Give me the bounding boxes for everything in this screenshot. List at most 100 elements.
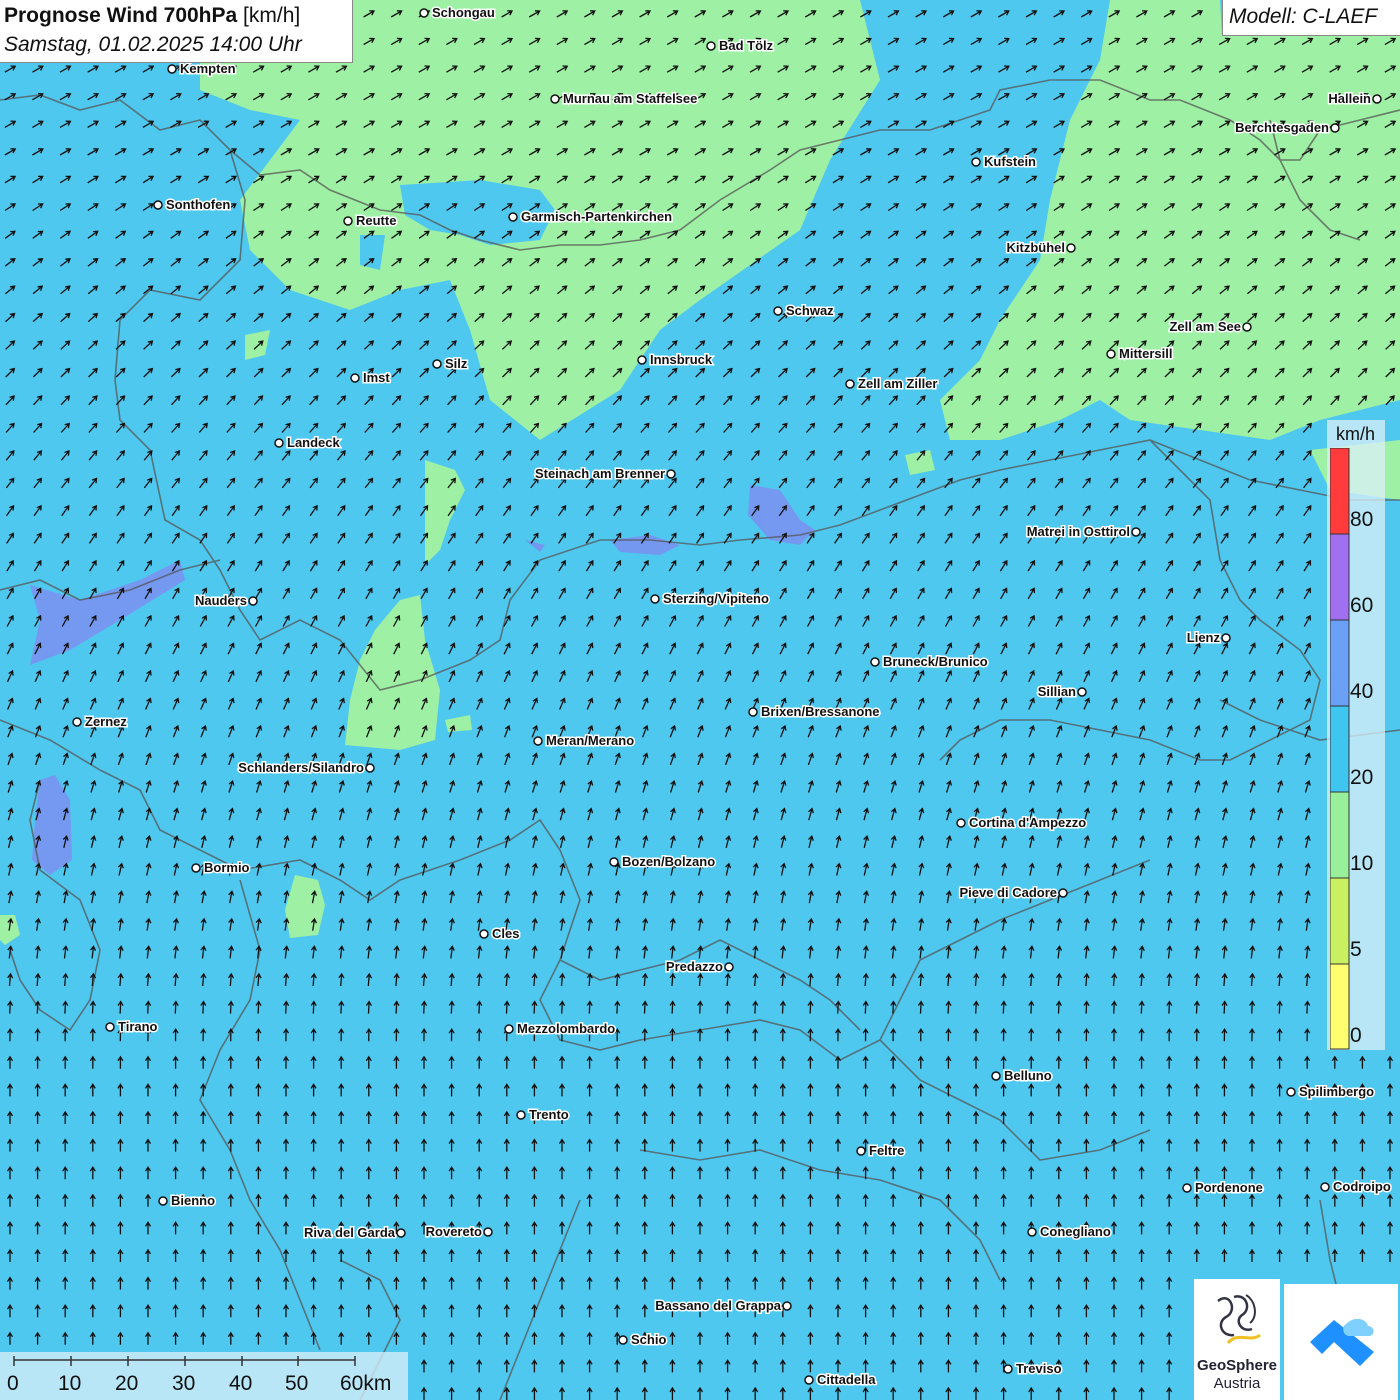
place-label: Conegliano xyxy=(1040,1224,1111,1239)
place-marker-icon xyxy=(479,929,489,939)
legend-swatch-40 xyxy=(1330,619,1350,707)
weather-app-logo[interactable] xyxy=(1284,1284,1398,1400)
place-innsbruck[interactable]: Innsbruck xyxy=(637,351,714,369)
place-bassano-del-grappa[interactable]: Bassano del Grappa xyxy=(654,1297,792,1315)
place-bozen-bolzano[interactable]: Bozen/Bolzano xyxy=(609,853,717,871)
place-marker-icon xyxy=(158,1196,168,1206)
legend-unit: km/h xyxy=(1336,424,1376,444)
place-conegliano[interactable]: Conegliano xyxy=(1027,1223,1112,1241)
legend-label-60: 60 xyxy=(1350,594,1374,617)
place-marker-icon xyxy=(1058,888,1068,898)
place-marker-icon xyxy=(350,373,360,383)
place-cortina-d-ampezzo[interactable]: Cortina d'Ampezzo xyxy=(956,814,1088,832)
place-sterzing-vipiteno[interactable]: Sterzing/Vipiteno xyxy=(650,590,770,608)
map-title-unit: [km/h] xyxy=(243,4,301,27)
place-murnau-am-staffelsee[interactable]: Murnau am Staffelsee xyxy=(550,90,699,108)
place-marker-icon xyxy=(1066,243,1076,253)
place-pordenone[interactable]: Pordenone xyxy=(1182,1179,1264,1197)
place-marker-icon xyxy=(550,94,560,104)
scale-label-30: 30 xyxy=(172,1372,196,1395)
wind-map[interactable]: Schongau Kempten Bad Tölz Murnau am Staffel… xyxy=(0,0,1400,1400)
place-label: Riva del Garda xyxy=(304,1225,396,1240)
place-brixen-bressanone[interactable]: Brixen/Bressanone xyxy=(748,703,881,721)
legend-colorbar xyxy=(1330,448,1350,1050)
place-label: Sonthofen xyxy=(166,197,230,212)
place-bruneck-brunico[interactable]: Bruneck/Brunico xyxy=(870,653,989,671)
place-label: Zell am See xyxy=(1169,319,1241,334)
scale-label-40: 40 xyxy=(229,1372,253,1395)
place-berchtesgaden[interactable]: Berchtesgaden xyxy=(1234,119,1340,137)
place-marker-icon xyxy=(724,962,734,972)
place-label: Zernez xyxy=(85,714,127,729)
place-label: Nauders xyxy=(195,593,247,608)
place-label: Mezzolombardo xyxy=(517,1021,615,1036)
place-label: Innsbruck xyxy=(650,352,713,367)
place-marker-icon xyxy=(1027,1227,1037,1237)
place-meran-merano[interactable]: Meran/Merano xyxy=(533,732,636,750)
place-marker-icon xyxy=(782,1301,792,1311)
place-label: Predazzo xyxy=(666,959,723,974)
place-marker-icon xyxy=(483,1227,493,1237)
place-marker-icon xyxy=(618,1335,628,1345)
place-matrei-in-osttirol[interactable]: Matrei in Osttirol xyxy=(1025,523,1141,541)
place-label: Bozen/Bolzano xyxy=(622,854,715,869)
place-label: Trento xyxy=(529,1107,569,1122)
legend-label-20: 20 xyxy=(1350,766,1374,789)
geosphere-logo[interactable]: GeoSphere Austria xyxy=(1194,1279,1280,1400)
place-label: Pordenone xyxy=(1195,1180,1263,1195)
place-label: Mittersill xyxy=(1119,346,1172,361)
place-label: Kitzbühel xyxy=(1007,240,1066,255)
place-label: Steinach am Brenner xyxy=(535,466,665,481)
place-marker-icon xyxy=(748,707,758,717)
place-sonthofen[interactable]: Sonthofen xyxy=(153,196,232,214)
place-marker-icon xyxy=(274,438,284,448)
title-box: Prognose Wind 700hPa [km/h] Samstag, 01.… xyxy=(0,0,353,63)
place-pieve-di-cadore[interactable]: Pieve di Cadore xyxy=(958,884,1068,902)
place-marker-icon xyxy=(1131,527,1141,537)
place-label: Schio xyxy=(631,1332,666,1347)
place-label: Bad Tölz xyxy=(719,38,774,53)
place-label: Silz xyxy=(445,356,468,371)
legend-swatch-0 xyxy=(1330,963,1350,1050)
place-marker-icon xyxy=(804,1375,814,1385)
place-zell-am-see[interactable]: Zell am See xyxy=(1168,318,1252,336)
place-label: Imst xyxy=(363,370,390,385)
place-marker-icon xyxy=(870,657,880,667)
place-schlanders-silandro[interactable]: Schlanders/Silandro xyxy=(237,759,375,777)
place-marker-icon xyxy=(72,717,82,727)
place-marker-icon xyxy=(856,1146,866,1156)
place-schongau[interactable]: Schongau xyxy=(419,4,496,22)
place-label: Schlanders/Silandro xyxy=(238,760,364,775)
place-label: Bienno xyxy=(171,1193,215,1208)
place-label: Schwaz xyxy=(786,303,834,318)
geosphere-mark-icon xyxy=(1217,1294,1261,1345)
place-marker-icon xyxy=(956,818,966,828)
forecast-datetime: Samstag, 01.02.2025 14:00 Uhr xyxy=(4,33,302,56)
place-spilimbergo[interactable]: Spilimbergo xyxy=(1286,1083,1376,1101)
scale-label-60km: 60km xyxy=(340,1372,392,1395)
place-marker-icon xyxy=(1242,322,1252,332)
legend-label-10: 10 xyxy=(1350,852,1374,875)
place-steinach-am-brenner[interactable]: Steinach am Brenner xyxy=(533,465,676,483)
place-marker-icon xyxy=(419,8,429,18)
place-garmisch-partenkirchen[interactable]: Garmisch-Partenkirchen xyxy=(508,208,674,226)
place-label: Belluno xyxy=(1004,1068,1052,1083)
place-marker-icon xyxy=(508,212,518,222)
place-mezzolombardo[interactable]: Mezzolombardo xyxy=(504,1020,617,1038)
geosphere-name: GeoSphere xyxy=(1196,1357,1278,1374)
place-zell-am-ziller[interactable]: Zell am Ziller xyxy=(845,375,939,393)
place-marker-icon xyxy=(706,41,716,51)
place-label: Feltre xyxy=(869,1143,904,1158)
place-marker-icon xyxy=(432,359,442,369)
place-kitzb-hel[interactable]: Kitzbühel xyxy=(1005,239,1076,257)
place-label: Zell am Ziller xyxy=(858,376,937,391)
place-predazzo[interactable]: Predazzo xyxy=(664,958,734,976)
place-label: Bormio xyxy=(204,860,250,875)
place-riva-del-garda[interactable]: Riva del Garda xyxy=(302,1224,406,1242)
place-marker-icon xyxy=(516,1110,526,1120)
legend-swatch-20 xyxy=(1330,705,1350,793)
place-marker-icon xyxy=(650,594,660,604)
place-label: Cittadella xyxy=(817,1372,876,1387)
place-marker-icon xyxy=(105,1022,115,1032)
place-label: Landeck xyxy=(287,435,341,450)
